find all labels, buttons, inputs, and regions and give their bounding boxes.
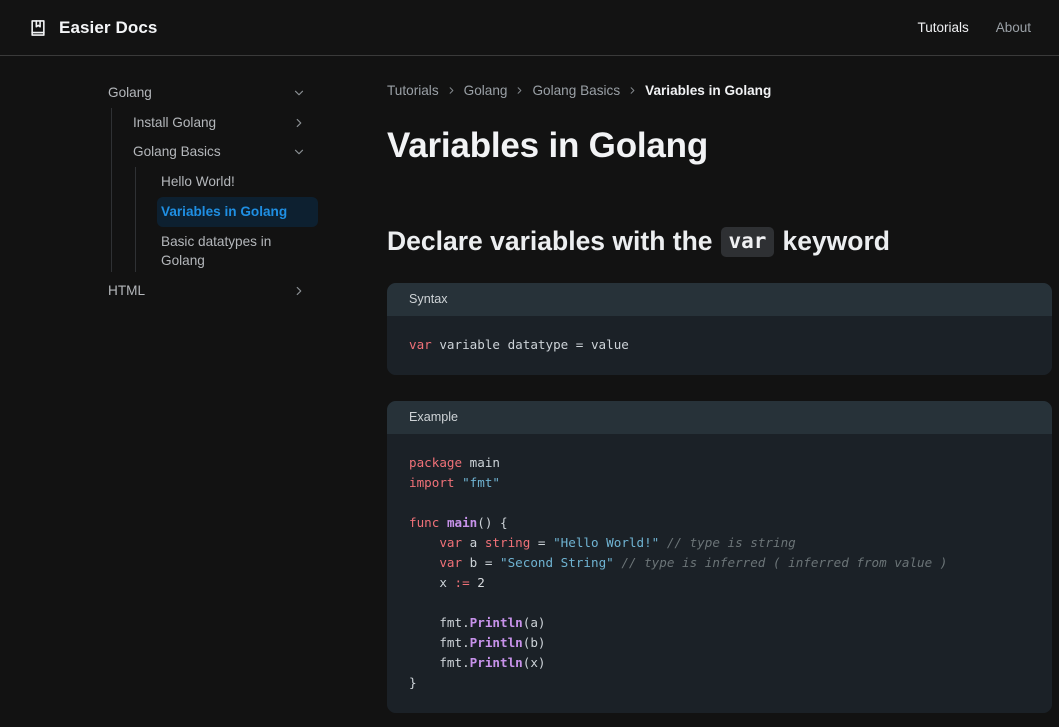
chevron-right-icon bbox=[446, 85, 457, 96]
sidebar-item-label: Golang bbox=[108, 83, 284, 103]
example-code-block: Example package main import "fmt" func m… bbox=[387, 401, 1052, 713]
section-heading-before: Declare variables with the bbox=[387, 226, 713, 257]
sidebar-group-html: HTML bbox=[0, 276, 330, 306]
section-heading: Declare variables with the var keyword bbox=[387, 226, 1059, 257]
chevron-down-icon bbox=[292, 145, 306, 159]
sidebar-group-hello-world: Hello World! bbox=[0, 167, 330, 197]
chevron-down-icon bbox=[292, 86, 306, 100]
brand[interactable]: Easier Docs bbox=[28, 18, 157, 38]
sidebar-group-golang-basics: Golang Basics Hello World! Variables in … bbox=[0, 137, 330, 276]
chevron-right-icon bbox=[292, 284, 306, 298]
syntax-code-label: Syntax bbox=[387, 283, 1052, 316]
sidebar-item-basic-datatypes-in-golang[interactable]: Basic datatypes in Golang bbox=[157, 227, 318, 276]
syntax-code-content[interactable]: var variable datatype = value bbox=[387, 316, 1052, 375]
top-nav-about[interactable]: About bbox=[996, 20, 1031, 35]
top-nav: Tutorials About bbox=[917, 20, 1031, 35]
top-header: Easier Docs Tutorials About bbox=[0, 0, 1059, 56]
top-nav-tutorials[interactable]: Tutorials bbox=[917, 20, 968, 35]
section-heading-after: keyword bbox=[782, 226, 890, 257]
sidebar-item-golang-basics[interactable]: Golang Basics bbox=[133, 137, 318, 167]
syntax-code-block: Syntax var variable datatype = value bbox=[387, 283, 1052, 375]
chevron-right-icon bbox=[627, 85, 638, 96]
inline-code-var: var bbox=[721, 227, 775, 257]
sidebar-group-golang: Golang Install Golang Golang Basics bbox=[0, 78, 330, 276]
sidebar-item-hello-world[interactable]: Hello World! bbox=[157, 167, 318, 197]
sidebar-item-install-golang[interactable]: Install Golang bbox=[133, 108, 318, 138]
sidebar-item-label: Variables in Golang bbox=[161, 202, 306, 222]
breadcrumb-item-golang-basics[interactable]: Golang Basics bbox=[532, 83, 620, 98]
main-content: Tutorials Golang Golang Basics Variables… bbox=[330, 56, 1059, 727]
sidebar-item-label: HTML bbox=[108, 281, 284, 301]
sidebar-item-variables-in-golang[interactable]: Variables in Golang bbox=[157, 197, 318, 227]
sidebar-children-golang-basics: Hello World! Variables in Golang Basic d… bbox=[0, 167, 330, 276]
breadcrumb-item-golang[interactable]: Golang bbox=[464, 83, 508, 98]
chevron-right-icon bbox=[514, 85, 525, 96]
brand-label: Easier Docs bbox=[59, 18, 157, 38]
book-bookmark-icon bbox=[28, 18, 48, 38]
sidebar-nav: Golang Install Golang Golang Basics bbox=[0, 56, 330, 727]
sidebar-item-label: Basic datatypes in Golang bbox=[161, 232, 306, 271]
sidebar-group-variables-in-golang: Variables in Golang bbox=[0, 197, 330, 227]
sidebar-item-golang[interactable]: Golang bbox=[108, 78, 318, 108]
sidebar-item-html[interactable]: HTML bbox=[108, 276, 318, 306]
chevron-right-icon bbox=[292, 116, 306, 130]
example-code-content[interactable]: package main import "fmt" func main() { … bbox=[387, 434, 1052, 713]
sidebar-item-label: Install Golang bbox=[133, 113, 284, 133]
sidebar-item-label: Hello World! bbox=[161, 172, 306, 192]
breadcrumb-item-tutorials[interactable]: Tutorials bbox=[387, 83, 439, 98]
sidebar-group-install-golang: Install Golang bbox=[0, 108, 330, 138]
sidebar-item-label: Golang Basics bbox=[133, 142, 284, 162]
breadcrumb: Tutorials Golang Golang Basics Variables… bbox=[387, 78, 1059, 102]
sidebar-group-basic-datatypes: Basic datatypes in Golang bbox=[0, 227, 330, 276]
page-body: Golang Install Golang Golang Basics bbox=[0, 56, 1059, 727]
page-title: Variables in Golang bbox=[387, 126, 1059, 166]
breadcrumb-item-current: Variables in Golang bbox=[645, 83, 771, 98]
example-code-label: Example bbox=[387, 401, 1052, 434]
sidebar-children-golang: Install Golang Golang Basics Hello World… bbox=[0, 108, 330, 276]
